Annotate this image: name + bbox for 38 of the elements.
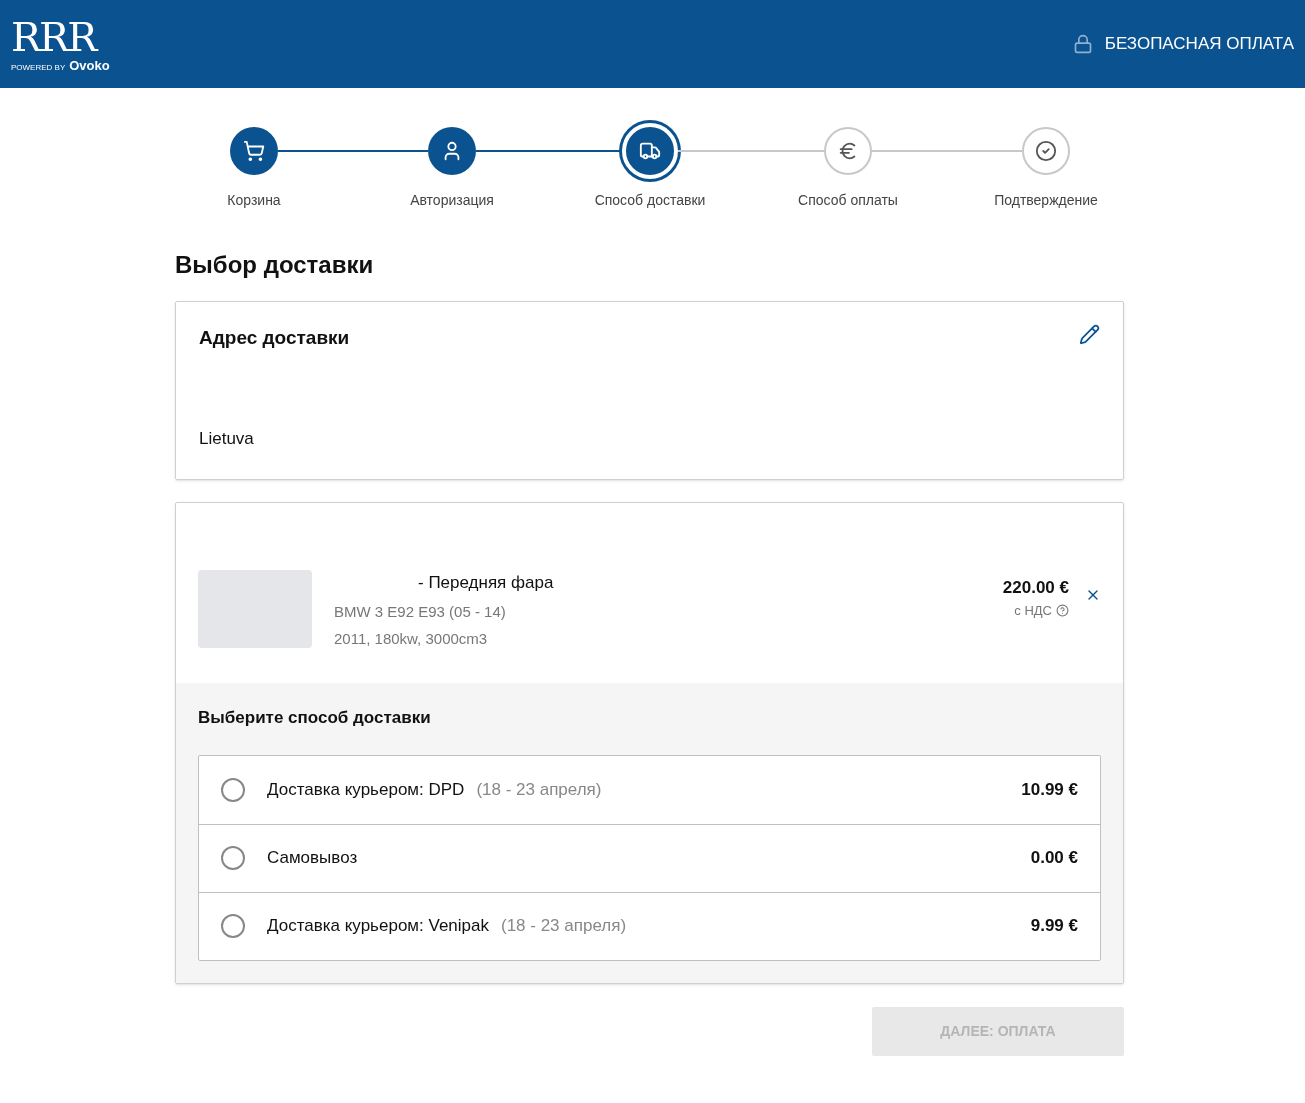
page-title: Выбор доставки — [175, 250, 375, 280]
item-details: 2011, 180kw, 3000cm3 — [334, 628, 489, 649]
option-price: 10.99 € — [1021, 778, 1078, 801]
delivery-option[interactable]: Доставка курьером: Venipak (18 - 23 апреля) 9.99 € — [199, 891, 1100, 960]
item-car: BMW 3 E92 E93 (05 - 14) — [334, 602, 507, 622]
item-price: 220.00 € — [1002, 577, 1069, 599]
step-icon — [243, 140, 265, 162]
help-icon[interactable] — [1056, 603, 1069, 617]
step-label: Корзина — [227, 191, 281, 210]
option-name: Доставка курьером: DPD — [267, 778, 465, 801]
step-label: Способ доставки — [594, 191, 706, 210]
step-label: Авторизация — [410, 191, 494, 210]
lock-icon — [1072, 32, 1093, 56]
address-country: Lietuva — [199, 427, 255, 450]
logo-mark: RRR — [11, 16, 98, 57]
option-dates: (18 - 23 апреля) — [476, 778, 602, 801]
vat-note: с НДС — [1014, 601, 1052, 620]
radio-button[interactable] — [221, 846, 245, 870]
delivery-option[interactable]: Самовывоз 0.00 € — [199, 823, 1100, 892]
option-price: 9.99 € — [1030, 915, 1078, 938]
option-price: 0.00 € — [1030, 847, 1078, 870]
delivery-title: Выберите способ доставки — [198, 707, 432, 729]
step-icon — [1035, 140, 1057, 162]
delivery-option[interactable]: Доставка курьером: DPD (18 - 23 апреля) 10.99 € — [199, 755, 1100, 824]
item-name: - Передняя фара — [418, 571, 554, 594]
logo-powered-by: POWERED BY — [11, 63, 66, 72]
address-title: Адрес доставки — [199, 326, 350, 350]
option-name: Доставка курьером: Venipak — [267, 915, 489, 938]
radio-button[interactable] — [221, 777, 245, 802]
step-label: Подтверждение — [994, 191, 1098, 210]
option-name: Самовывоз — [267, 847, 358, 870]
step-label: Способ оплаты — [798, 191, 898, 210]
logo-brand: Ovoko — [69, 58, 110, 72]
radio-button[interactable] — [221, 914, 245, 938]
edit-icon[interactable] — [1079, 324, 1100, 345]
step-icon — [639, 140, 661, 162]
option-dates: (18 - 23 апреля) — [501, 915, 627, 938]
secure-payment-label: БЕЗОПАСНАЯ ОПЛАТА — [1104, 33, 1294, 56]
